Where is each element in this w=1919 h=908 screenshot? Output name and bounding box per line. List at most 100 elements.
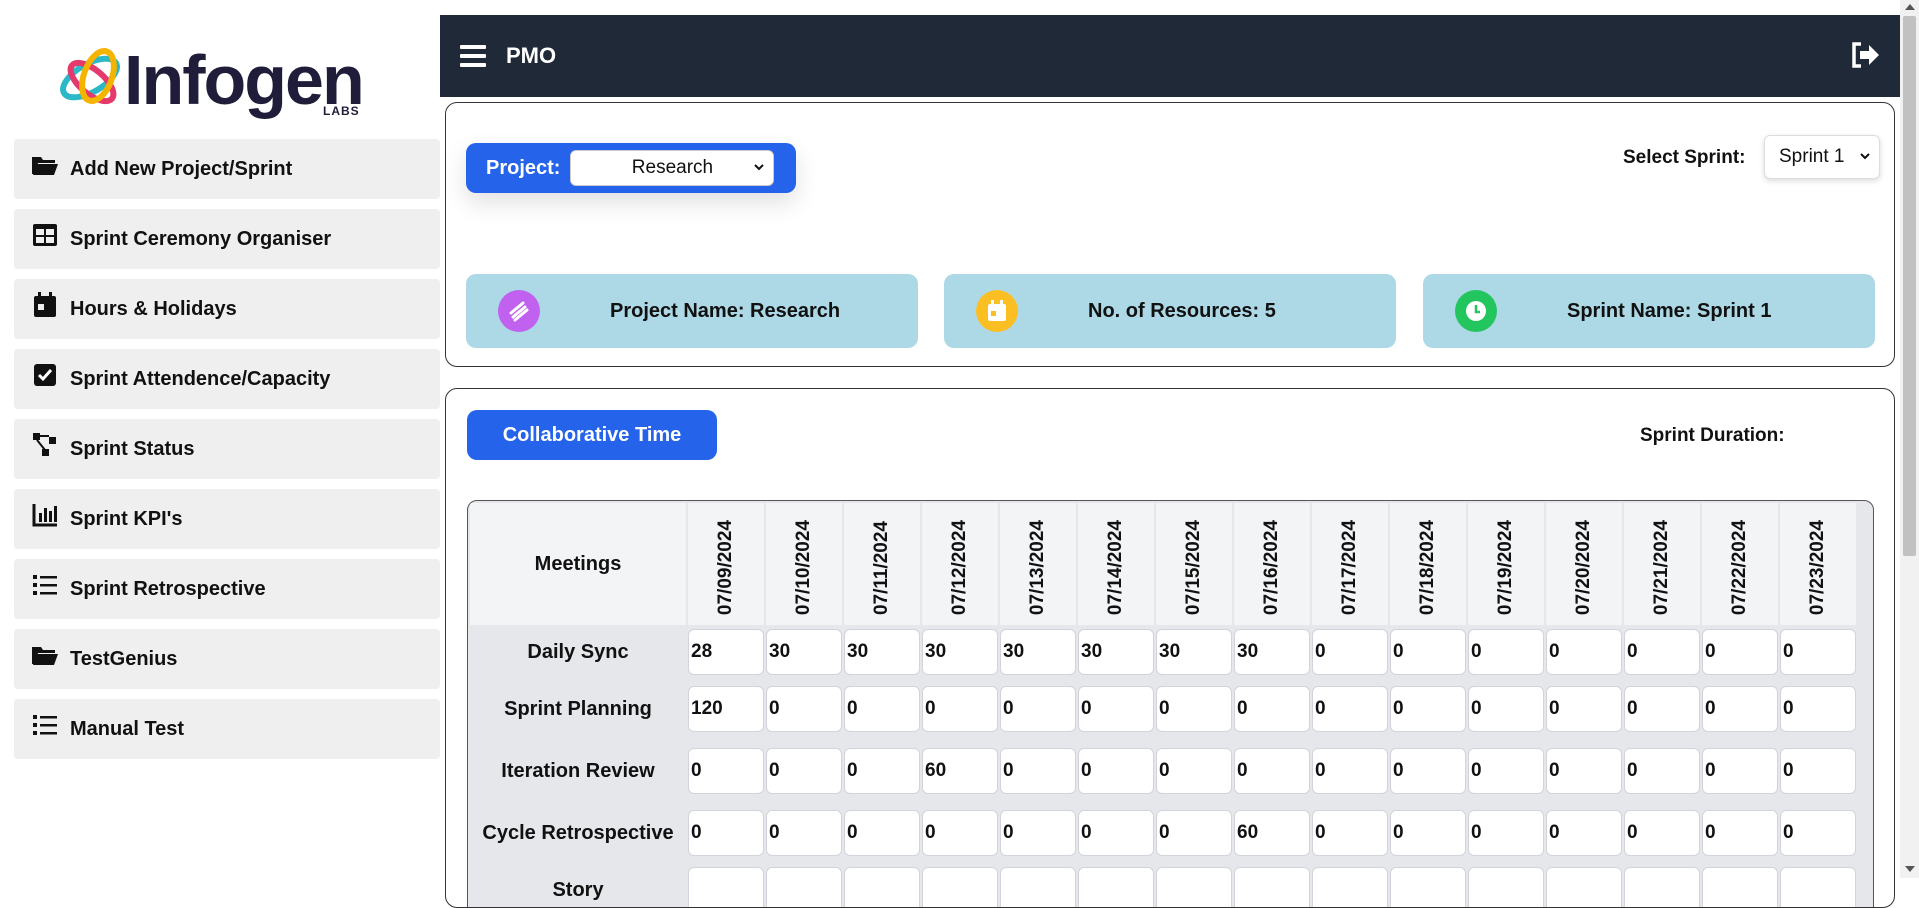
date-label: 07/22/2024 [1729,519,1750,615]
scroll-up-arrow-icon[interactable] [1905,4,1915,10]
minutes-input[interactable]: 0 [1702,686,1778,732]
minutes-input[interactable]: 0 [1000,810,1076,856]
minutes-input[interactable]: 0 [1390,686,1466,732]
minutes-input[interactable] [1546,867,1622,907]
minutes-input[interactable]: 0 [1624,748,1700,794]
minutes-input[interactable] [1390,867,1466,907]
minutes-cell [1468,865,1544,907]
minutes-input[interactable]: 0 [1468,629,1544,675]
sidebar-item-add-project[interactable]: Add New Project/Sprint [14,139,440,199]
minutes-input[interactable]: 0 [1078,748,1154,794]
minutes-input[interactable]: 0 [1780,686,1856,732]
minutes-input[interactable]: 0 [922,810,998,856]
minutes-input[interactable]: 0 [1780,629,1856,675]
sprint-select[interactable]: Sprint 1 [1764,135,1880,179]
minutes-input[interactable]: 60 [922,748,998,794]
date-label: 07/21/2024 [1651,519,1672,615]
minutes-input[interactable]: 0 [1468,686,1544,732]
minutes-input[interactable]: 0 [766,810,842,856]
minutes-input[interactable]: 0 [844,810,920,856]
minutes-input[interactable] [1312,867,1388,907]
minutes-input[interactable]: 0 [1546,810,1622,856]
minutes-input[interactable]: 0 [766,748,842,794]
minutes-input[interactable]: 0 [1468,810,1544,856]
minutes-input[interactable]: 0 [1390,748,1466,794]
minutes-input[interactable]: 0 [1546,748,1622,794]
minutes-input[interactable]: 0 [1078,810,1154,856]
minutes-input[interactable]: 0 [1390,629,1466,675]
minutes-input[interactable]: 0 [1312,748,1388,794]
minutes-input[interactable]: 30 [1156,629,1232,675]
sidebar-item-ceremony-organiser[interactable]: Sprint Ceremony Organiser [14,209,440,269]
collaborative-time-button[interactable]: Collaborative Time [467,410,717,460]
page-scrollbar[interactable] [1900,0,1919,878]
minutes-input[interactable]: 30 [1000,629,1076,675]
minutes-input[interactable]: 0 [1312,629,1388,675]
minutes-input[interactable]: 30 [844,629,920,675]
scroll-down-arrow-icon[interactable] [1905,866,1915,872]
minutes-input[interactable]: 0 [1702,810,1778,856]
minutes-input[interactable]: 0 [1546,686,1622,732]
sidebar-item-manual-test[interactable]: Manual Test [14,699,440,759]
sidebar-item-retrospective[interactable]: Sprint Retrospective [14,559,440,619]
minutes-input[interactable]: 0 [766,686,842,732]
minutes-input[interactable]: 0 [1156,686,1232,732]
sidebar-item-attendence-capacity[interactable]: Sprint Attendence/Capacity [14,349,440,409]
minutes-input[interactable]: 60 [1234,810,1310,856]
minutes-input[interactable]: 0 [844,748,920,794]
minutes-input[interactable]: 30 [766,629,842,675]
sidebar-item-sprint-status[interactable]: Sprint Status [14,419,440,479]
date-column-header: 07/23/2024 [1780,503,1856,625]
minutes-input[interactable] [1078,867,1154,907]
minutes-input[interactable]: 0 [1312,686,1388,732]
minutes-input[interactable] [1780,867,1856,907]
minutes-input[interactable] [766,867,842,907]
minutes-input[interactable]: 30 [922,629,998,675]
minutes-input[interactable]: 0 [1156,810,1232,856]
minutes-input[interactable]: 0 [688,748,764,794]
minutes-input[interactable]: 0 [1156,748,1232,794]
sidebar-item-label: Add New Project/Sprint [70,157,293,180]
minutes-input[interactable]: 0 [1468,748,1544,794]
project-select[interactable]: Research [570,150,775,186]
minutes-input[interactable]: 28 [688,629,764,675]
logout-icon[interactable] [1850,41,1880,74]
minutes-input[interactable] [1234,867,1310,907]
minutes-input[interactable]: 0 [688,810,764,856]
minutes-input[interactable]: 0 [1624,810,1700,856]
minutes-input[interactable]: 0 [1780,810,1856,856]
minutes-input[interactable]: 30 [1078,629,1154,675]
hamburger-menu-icon[interactable] [460,45,486,67]
sidebar-item-testgenius[interactable]: TestGenius [14,629,440,689]
minutes-input[interactable] [1624,867,1700,907]
minutes-input[interactable] [922,867,998,907]
minutes-input[interactable] [1000,867,1076,907]
minutes-input[interactable] [1156,867,1232,907]
minutes-input[interactable] [844,867,920,907]
minutes-input[interactable]: 0 [1312,810,1388,856]
minutes-input[interactable]: 0 [1702,629,1778,675]
minutes-cell: 0 [1468,741,1544,801]
minutes-input[interactable]: 0 [1234,686,1310,732]
scroll-thumb[interactable] [1903,16,1916,556]
minutes-input[interactable]: 30 [1234,629,1310,675]
minutes-input[interactable]: 0 [1624,629,1700,675]
minutes-input[interactable] [1702,867,1778,907]
minutes-input[interactable]: 0 [1000,686,1076,732]
minutes-input[interactable]: 0 [922,686,998,732]
minutes-input[interactable]: 0 [1546,629,1622,675]
minutes-input[interactable]: 0 [1780,748,1856,794]
minutes-input[interactable]: 0 [1624,686,1700,732]
sidebar-item-hours-holidays[interactable]: Hours & Holidays [14,279,440,339]
minutes-input[interactable]: 0 [1234,748,1310,794]
minutes-input[interactable]: 0 [1390,810,1466,856]
minutes-input[interactable]: 120 [688,686,764,732]
minutes-input[interactable]: 0 [1702,748,1778,794]
minutes-input[interactable]: 0 [844,686,920,732]
minutes-input[interactable]: 0 [1078,686,1154,732]
minutes-input[interactable] [1468,867,1544,907]
minutes-input[interactable]: 0 [1000,748,1076,794]
sidebar-item-sprint-kpis[interactable]: Sprint KPI's [14,489,440,549]
minutes-input[interactable] [688,867,764,907]
date-label: 07/12/2024 [949,519,970,615]
